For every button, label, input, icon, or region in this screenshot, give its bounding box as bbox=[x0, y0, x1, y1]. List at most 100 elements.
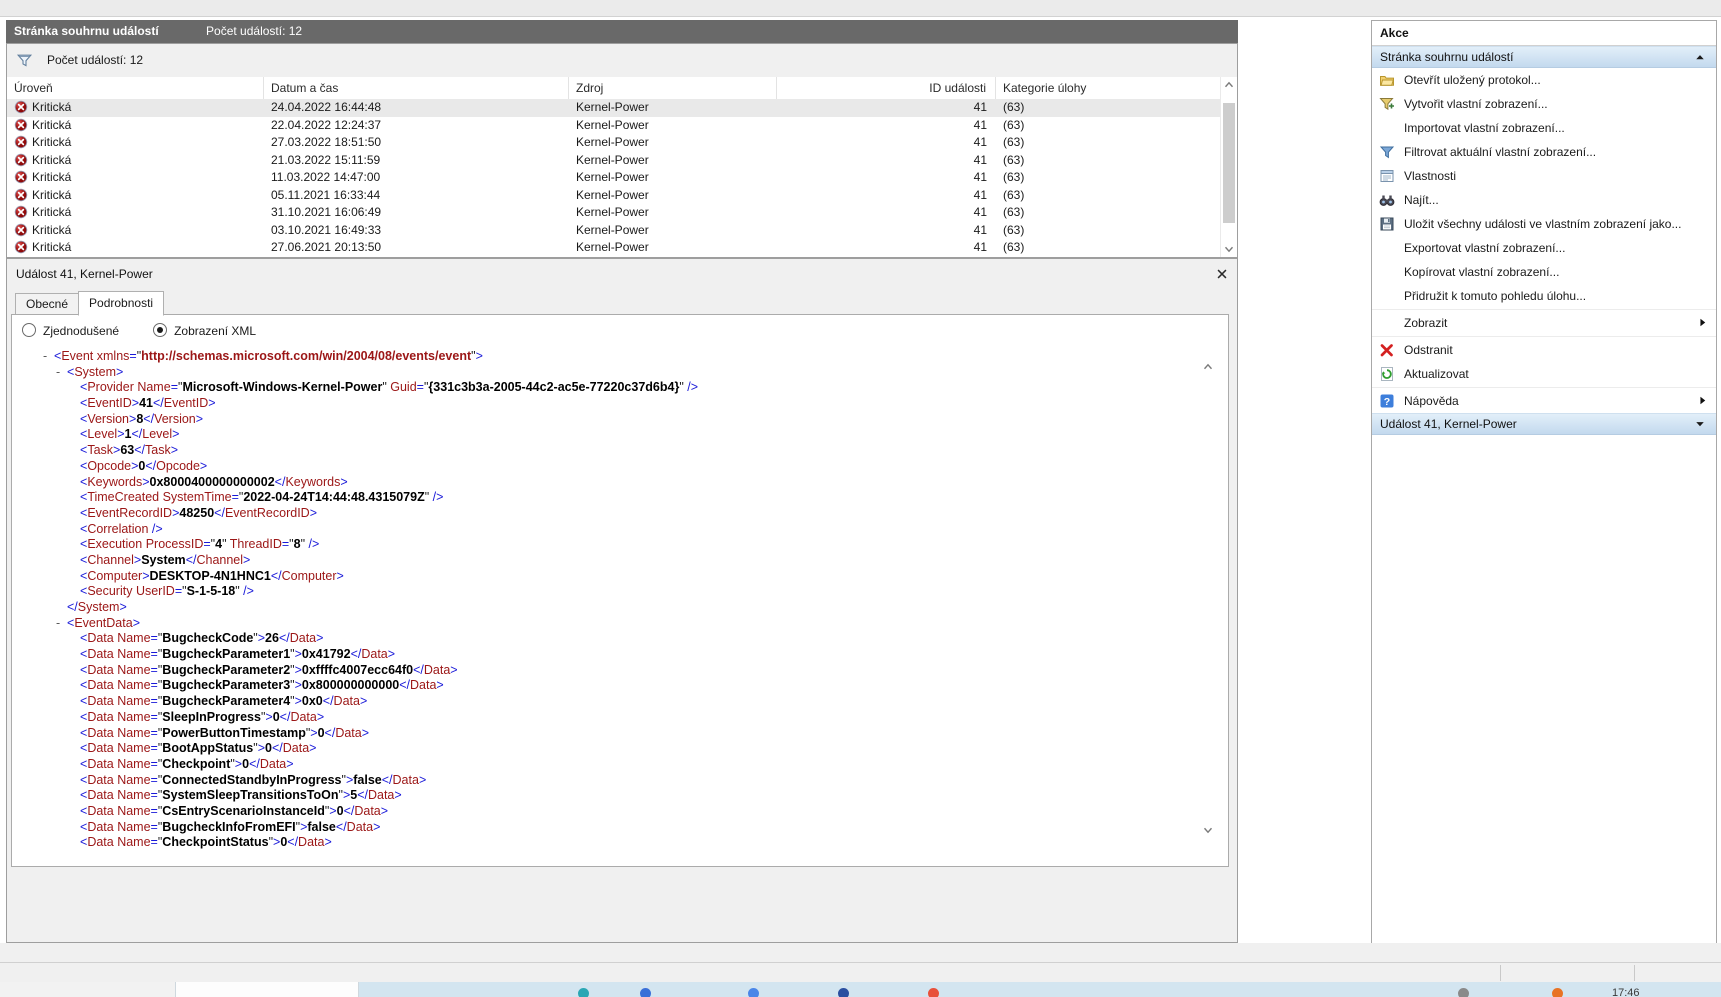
xml-collapse-toggle[interactable]: - bbox=[43, 349, 47, 365]
view-option-radio[interactable]: Zjednodušené bbox=[22, 323, 119, 338]
action-item[interactable]: Kopírovat vlastní zobrazení... bbox=[1372, 260, 1716, 284]
action-label: Nápověda bbox=[1404, 394, 1459, 408]
event-row[interactable]: Kritická31.10.2021 16:06:49Kernel-Power4… bbox=[7, 204, 1221, 222]
action-item[interactable]: ?Nápověda bbox=[1372, 389, 1716, 413]
action-item[interactable]: Aktualizovat bbox=[1372, 362, 1716, 386]
action-item[interactable]: Vytvořit vlastní zobrazení... bbox=[1372, 92, 1716, 116]
event-id: 41 bbox=[777, 204, 996, 222]
xml-line: -<System> bbox=[40, 365, 1190, 381]
taskbar-clock[interactable]: 17:46 bbox=[1612, 987, 1640, 997]
window-top-strip bbox=[0, 0, 1721, 17]
action-item[interactable]: Najít... bbox=[1372, 188, 1716, 212]
taskbar-app-icon[interactable] bbox=[838, 988, 849, 997]
xml-line: </System> bbox=[40, 600, 1190, 616]
xml-line: <Data Name="BugcheckParameter3">0x800000… bbox=[40, 678, 1190, 694]
action-label: Uložit všechny události ve vlastním zobr… bbox=[1404, 217, 1681, 231]
tab-active[interactable]: Podrobnosti bbox=[78, 291, 164, 316]
close-icon[interactable] bbox=[1215, 267, 1229, 281]
scrollbar-thumb[interactable] bbox=[1223, 103, 1235, 223]
event-datetime: 11.03.2022 14:47:00 bbox=[264, 169, 569, 187]
xml-line: -<EventData> bbox=[40, 616, 1190, 632]
view-option-radio[interactable]: Zobrazení XML bbox=[153, 323, 256, 338]
status-bar bbox=[0, 962, 1721, 983]
events-table-rows: Kritická24.04.2022 16:44:48Kernel-Power4… bbox=[7, 99, 1221, 257]
action-item[interactable]: Zobrazit bbox=[1372, 311, 1716, 335]
task-category: (63) bbox=[996, 169, 1221, 187]
xml-line: <EventID>41</EventID> bbox=[40, 396, 1190, 412]
action-item[interactable]: Exportovat vlastní zobrazení... bbox=[1372, 236, 1716, 260]
filter-icon bbox=[16, 52, 33, 69]
xml-line: <Data Name="BootAppStatus">0</Data> bbox=[40, 741, 1190, 757]
task-category: (63) bbox=[996, 117, 1221, 135]
event-datetime: 05.11.2021 16:33:44 bbox=[264, 187, 569, 205]
taskbar-app-icon[interactable] bbox=[640, 988, 651, 997]
event-row[interactable]: Kritická03.10.2021 16:49:33Kernel-Power4… bbox=[7, 222, 1221, 240]
column-header[interactable]: ID události bbox=[777, 77, 996, 99]
scroll-up-icon[interactable] bbox=[1222, 78, 1236, 92]
action-item[interactable]: Importovat vlastní zobrazení... bbox=[1372, 116, 1716, 140]
event-row[interactable]: Kritická11.03.2022 14:47:00Kernel-Power4… bbox=[7, 169, 1221, 187]
column-header[interactable]: Zdroj bbox=[569, 77, 777, 99]
action-item[interactable]: Přidružit k tomuto pohledu úlohu... bbox=[1372, 284, 1716, 308]
action-item[interactable]: Odstranit bbox=[1372, 338, 1716, 362]
separator bbox=[1372, 309, 1716, 310]
event-source: Kernel-Power bbox=[569, 117, 777, 135]
column-header[interactable]: Kategorie úlohy bbox=[996, 77, 1221, 99]
action-section-header[interactable]: Událost 41, Kernel-Power bbox=[1372, 413, 1716, 435]
taskbar-app-icon[interactable] bbox=[1458, 988, 1469, 997]
section-title: Stránka souhrnu událostí bbox=[1380, 50, 1513, 64]
event-row[interactable]: Kritická05.11.2021 16:33:44Kernel-Power4… bbox=[7, 187, 1221, 205]
detail-tabs: ObecnéPodrobnosti bbox=[15, 291, 163, 314]
events-scrollbar[interactable] bbox=[1220, 77, 1237, 257]
section-title: Událost 41, Kernel-Power bbox=[1380, 417, 1517, 431]
filter-count-label: Počet událostí: 12 bbox=[47, 53, 143, 67]
critical-icon bbox=[14, 223, 28, 237]
chevron-down-icon[interactable] bbox=[1694, 418, 1706, 430]
action-item[interactable]: Filtrovat aktuální vlastní zobrazení... bbox=[1372, 140, 1716, 164]
event-row[interactable]: Kritická24.04.2022 16:44:48Kernel-Power4… bbox=[7, 99, 1221, 117]
action-label: Odstranit bbox=[1404, 343, 1453, 357]
scroll-up-icon[interactable] bbox=[1201, 360, 1216, 375]
action-item[interactable]: Otevřít uložený protokol... bbox=[1372, 68, 1716, 92]
taskbar-app-icon[interactable] bbox=[928, 988, 939, 997]
scroll-down-icon[interactable] bbox=[1222, 242, 1236, 256]
properties-icon bbox=[1379, 168, 1395, 184]
taskbar-app-icon[interactable] bbox=[748, 988, 759, 997]
xml-line: <Data Name="BugcheckCode">26</Data> bbox=[40, 631, 1190, 647]
chevron-up-icon[interactable] bbox=[1694, 51, 1706, 63]
event-row[interactable]: Kritická27.06.2021 20:13:50Kernel-Power4… bbox=[7, 239, 1221, 257]
radio-checked-icon[interactable] bbox=[153, 323, 167, 337]
taskbar-app-button[interactable] bbox=[175, 982, 359, 997]
separator bbox=[1372, 387, 1716, 388]
radio-unchecked-icon[interactable] bbox=[22, 323, 36, 337]
action-section-header[interactable]: Stránka souhrnu událostí bbox=[1372, 46, 1716, 68]
status-divider bbox=[1634, 965, 1635, 981]
event-row[interactable]: Kritická21.03.2022 15:11:59Kernel-Power4… bbox=[7, 152, 1221, 170]
xml-line: <Correlation /> bbox=[40, 522, 1190, 538]
taskbar[interactable]: 17:46 bbox=[0, 982, 1721, 997]
xml-collapse-toggle[interactable]: - bbox=[56, 365, 60, 381]
critical-icon bbox=[14, 205, 28, 219]
action-item[interactable]: Vlastnosti bbox=[1372, 164, 1716, 188]
event-datetime: 21.03.2022 15:11:59 bbox=[264, 152, 569, 170]
summary-title: Stránka souhrnu událostí bbox=[14, 24, 159, 38]
event-level: Kritická bbox=[32, 100, 71, 114]
task-category: (63) bbox=[996, 222, 1221, 240]
xml-collapse-toggle[interactable]: - bbox=[56, 616, 60, 632]
task-category: (63) bbox=[996, 239, 1221, 257]
event-id: 41 bbox=[777, 134, 996, 152]
action-label: Exportovat vlastní zobrazení... bbox=[1404, 241, 1565, 255]
refresh-icon bbox=[1379, 366, 1395, 382]
column-header[interactable]: Úroveň bbox=[7, 77, 264, 99]
action-item[interactable]: Uložit všechny události ve vlastním zobr… bbox=[1372, 212, 1716, 236]
event-row[interactable]: Kritická22.04.2022 12:24:37Kernel-Power4… bbox=[7, 117, 1221, 135]
event-row[interactable]: Kritická27.03.2022 18:51:50Kernel-Power4… bbox=[7, 134, 1221, 152]
event-datetime: 31.10.2021 16:06:49 bbox=[264, 204, 569, 222]
xml-line: <Opcode>0</Opcode> bbox=[40, 459, 1190, 475]
scroll-down-icon[interactable] bbox=[1201, 823, 1216, 838]
taskbar-app-icon[interactable] bbox=[578, 988, 589, 997]
tab-inactive[interactable]: Obecné bbox=[15, 293, 79, 316]
column-header[interactable]: Datum a čas bbox=[264, 77, 569, 99]
taskbar-app-icon[interactable] bbox=[1552, 988, 1563, 997]
detail-panel: ZjednodušenéZobrazení XML -<Event xmlns=… bbox=[11, 314, 1229, 867]
